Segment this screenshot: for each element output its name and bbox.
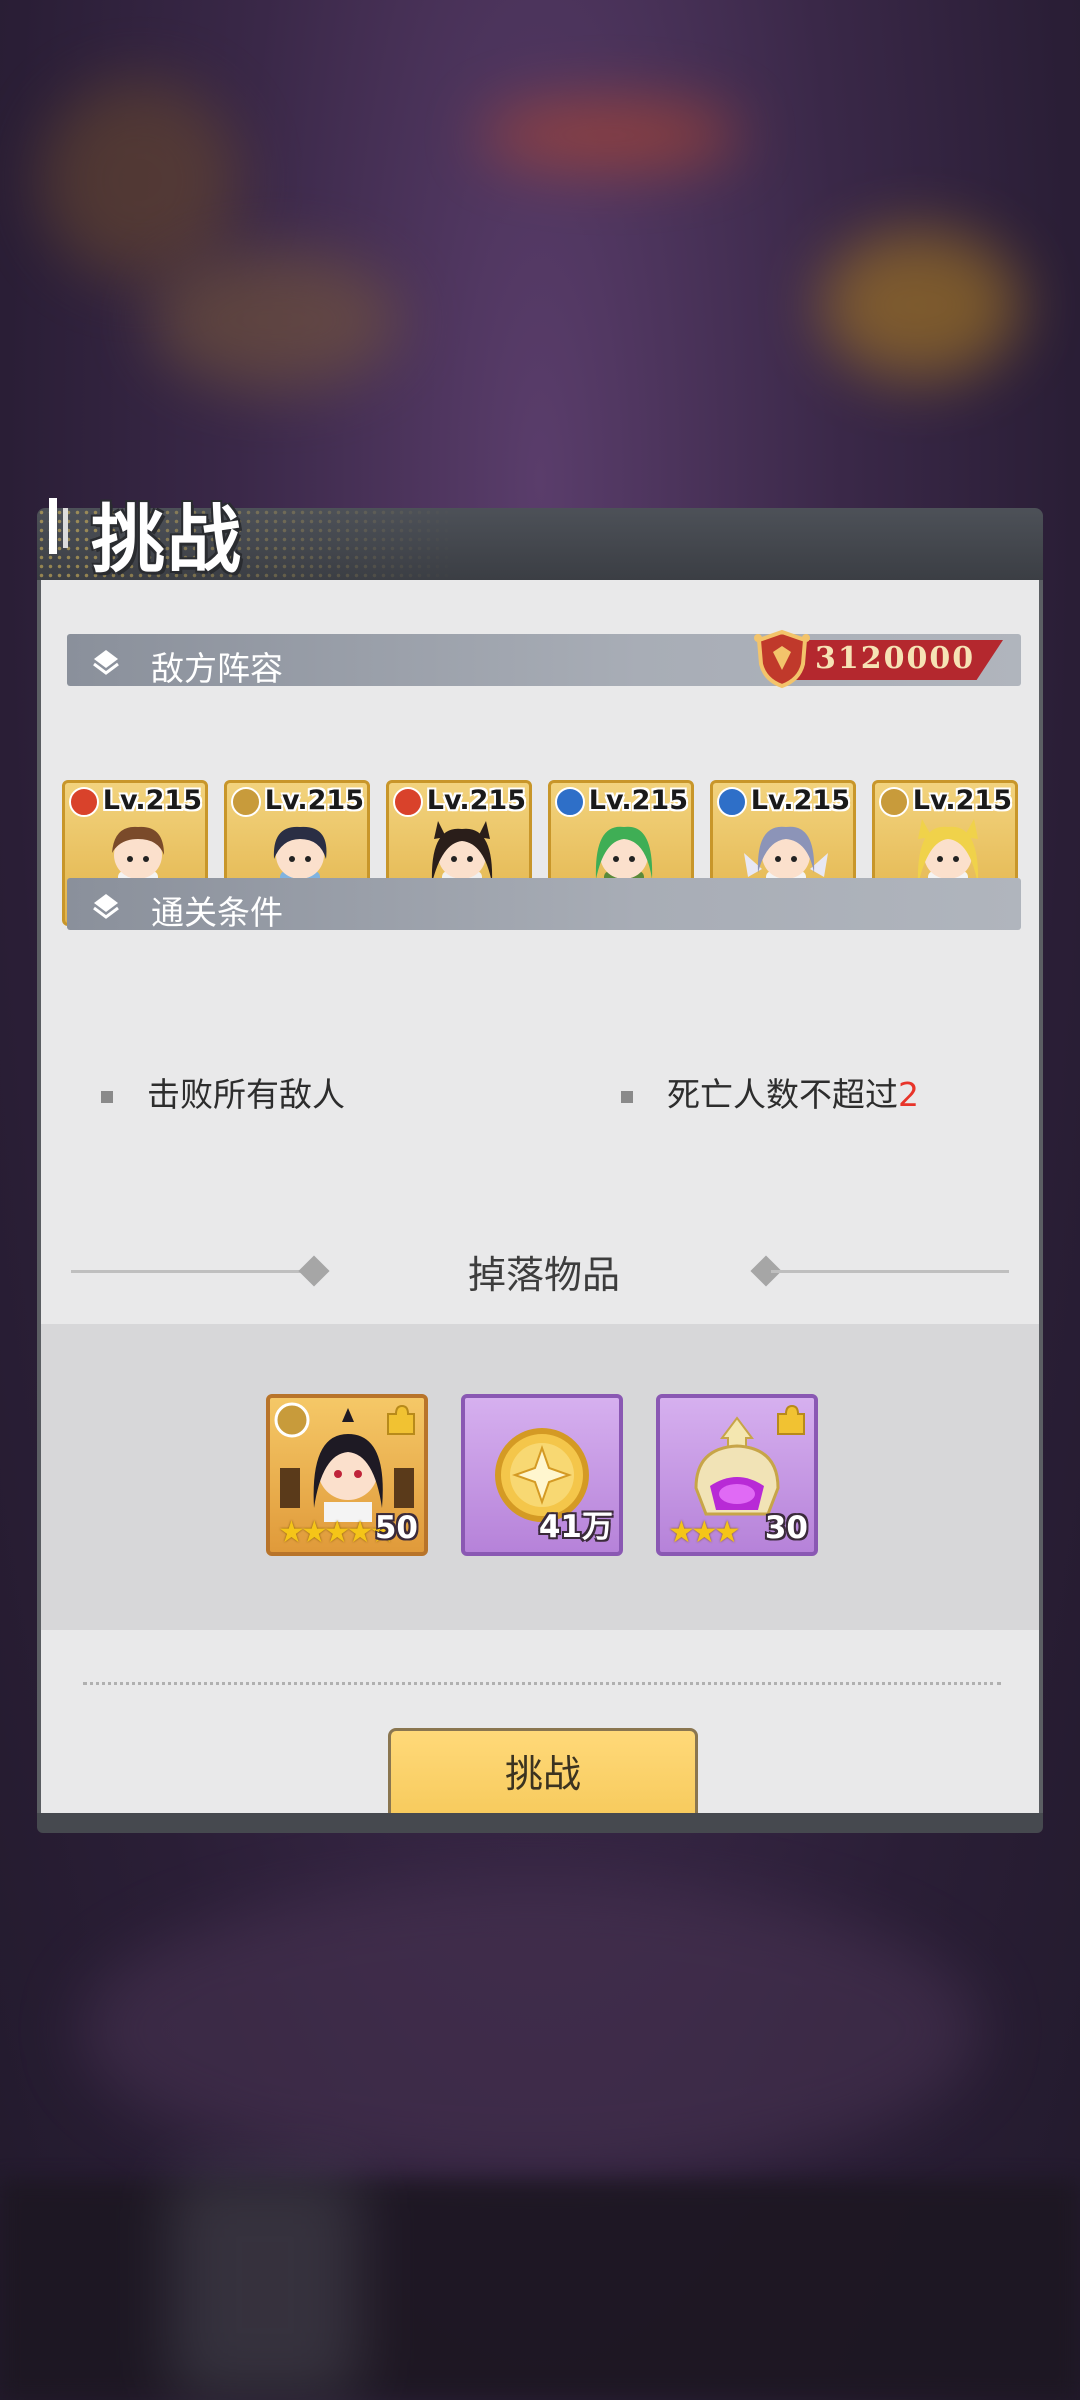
drop-item-helmet-fragment[interactable]: ★★★ 30 — [656, 1394, 818, 1556]
drop-items-area: ★★★★★ 50 41万 ★★★ 30 — [41, 1324, 1039, 1630]
background-blur — [80, 1880, 980, 2180]
puzzle-piece-icon — [777, 1404, 805, 1435]
puzzle-piece-icon — [387, 1404, 415, 1435]
layers-icon — [93, 894, 119, 919]
drop-item-hero-fragment[interactable]: ★★★★★ 50 — [266, 1394, 428, 1556]
enemy-lineup-header: 敌方阵容 3120000 — [67, 629, 1021, 689]
hero-level: Lv.215 — [102, 785, 202, 816]
background-blur — [820, 230, 1020, 380]
background-blur — [480, 100, 740, 170]
combat-power-value: 3120000 — [815, 641, 976, 676]
hero-level: Lv.215 — [264, 785, 364, 816]
hero-level: Lv.215 — [588, 785, 688, 816]
dialog-header: 挑战 — [37, 497, 1043, 583]
item-count: 30 — [764, 1510, 808, 1546]
challenge-dialog: 挑战 敌方阵容 3120000 Lv.215 Lv.215 Lv.215 Lv.… — [37, 497, 1043, 1833]
background-blur — [170, 2170, 360, 2400]
layers-icon — [93, 650, 119, 675]
divider-line — [771, 1270, 1009, 1273]
dialog-body: 敌方阵容 3120000 Lv.215 ★ — [37, 580, 1043, 1828]
condition-item: 击败所有敌人 — [101, 1068, 345, 1116]
dialog-footer — [37, 1813, 1043, 1833]
dialog-title: 挑战 — [91, 497, 243, 583]
background-blur — [40, 80, 240, 280]
item-count: 50 — [374, 1510, 418, 1546]
bullet-icon — [101, 1090, 113, 1103]
bullet-icon — [621, 1090, 633, 1103]
shield-icon — [754, 629, 810, 689]
background-blur — [150, 250, 400, 390]
condition-text: 击败所有敌人 — [147, 1075, 345, 1114]
condition-item: 死亡人数不超过2 — [621, 1068, 919, 1116]
dotted-divider — [83, 1682, 1001, 1685]
drop-item-gold-coin[interactable]: 41万 — [461, 1394, 623, 1556]
challenge-button-label: 挑战 — [504, 1752, 581, 1796]
title-accent-bar — [49, 498, 57, 554]
condition-text: 死亡人数不超过 — [667, 1075, 898, 1114]
star-rating: ★★★ — [668, 1515, 741, 1550]
background-blur — [0, 2180, 1080, 2400]
hero-level: Lv.215 — [750, 785, 850, 816]
clear-conditions-header: 通关条件 — [67, 878, 1021, 932]
combat-power-badge: 3120000 — [753, 629, 1003, 689]
condition-value: 2 — [898, 1075, 919, 1114]
hero-level: Lv.215 — [912, 785, 1012, 816]
title-accent-bar — [63, 508, 68, 548]
clear-conditions-label: 通关条件 — [151, 893, 283, 932]
item-count: 41万 — [538, 1509, 613, 1545]
hero-level: Lv.215 — [426, 785, 526, 816]
enemy-lineup-label: 敌方阵容 — [151, 649, 283, 688]
